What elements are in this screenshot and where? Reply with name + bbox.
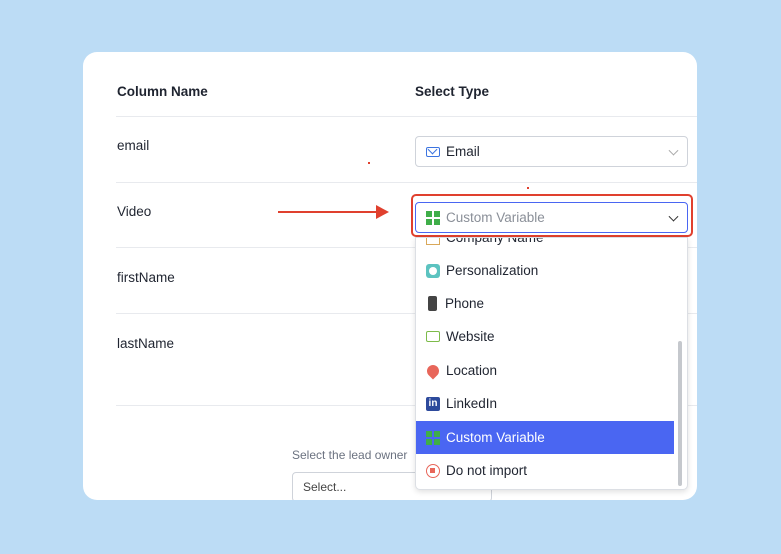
row-name-email: email [117,138,150,153]
video-type-value: Custom Variable [446,210,545,225]
web-icon [426,331,440,342]
item-label: Company Name [446,237,544,245]
row-name-video: Video [117,204,152,219]
email-type-select[interactable]: Email [415,136,688,167]
dropdown-scrollbar[interactable] [678,341,682,486]
stop-icon [426,463,440,478]
video-type-select[interactable]: Custom Variable [415,202,688,233]
menu-item-custom-variable[interactable]: Custom Variable [416,421,674,454]
item-label: Custom Variable [446,430,545,445]
linkedin-icon: in [426,396,440,411]
divider [116,116,697,117]
lead-owner-placeholder: Select... [303,480,347,494]
item-label: LinkedIn [446,396,498,411]
item-label: Location [446,363,498,378]
grid-plus-icon [426,210,440,225]
column-name-header: Column Name [117,84,208,99]
row-name-firstname: firstName [117,270,175,285]
item-label: Website [446,329,495,344]
item-label: Personalization [446,263,539,278]
grid-plus-icon [426,430,440,445]
menu-item-website[interactable]: Website [416,320,674,353]
menu-item-phone[interactable]: Phone [416,287,674,320]
item-label: Do not import [446,463,528,478]
menu-item-personalization[interactable]: Personalization [416,254,674,287]
divider [116,182,697,183]
annotation-arrow [278,211,378,213]
phone-icon [428,296,437,311]
row-name-lastname: lastName [117,336,175,351]
chat-icon [426,263,440,278]
select-type-header: Select Type [415,84,490,99]
lead-owner-label: Select the lead owner [292,448,408,462]
email-type-value: Email [446,144,480,159]
pin-icon [424,362,442,379]
menu-item-linkedin[interactable]: in LinkedIn [416,387,674,420]
envelope-icon [426,144,440,157]
building-icon [426,238,440,245]
annotation-dot [527,187,529,189]
type-dropdown-menu: Company Name Personalization Phone Websi… [415,237,688,490]
menu-item-company-name[interactable]: Company Name [416,237,674,254]
item-label: Phone [445,296,485,311]
arrow-head-icon [376,205,389,219]
annotation-dot [368,162,370,164]
menu-item-do-not-import[interactable]: Do not import [416,454,674,487]
chevron-down-icon [668,145,679,156]
menu-item-location[interactable]: Location [416,354,674,387]
chevron-down-icon [668,211,679,222]
